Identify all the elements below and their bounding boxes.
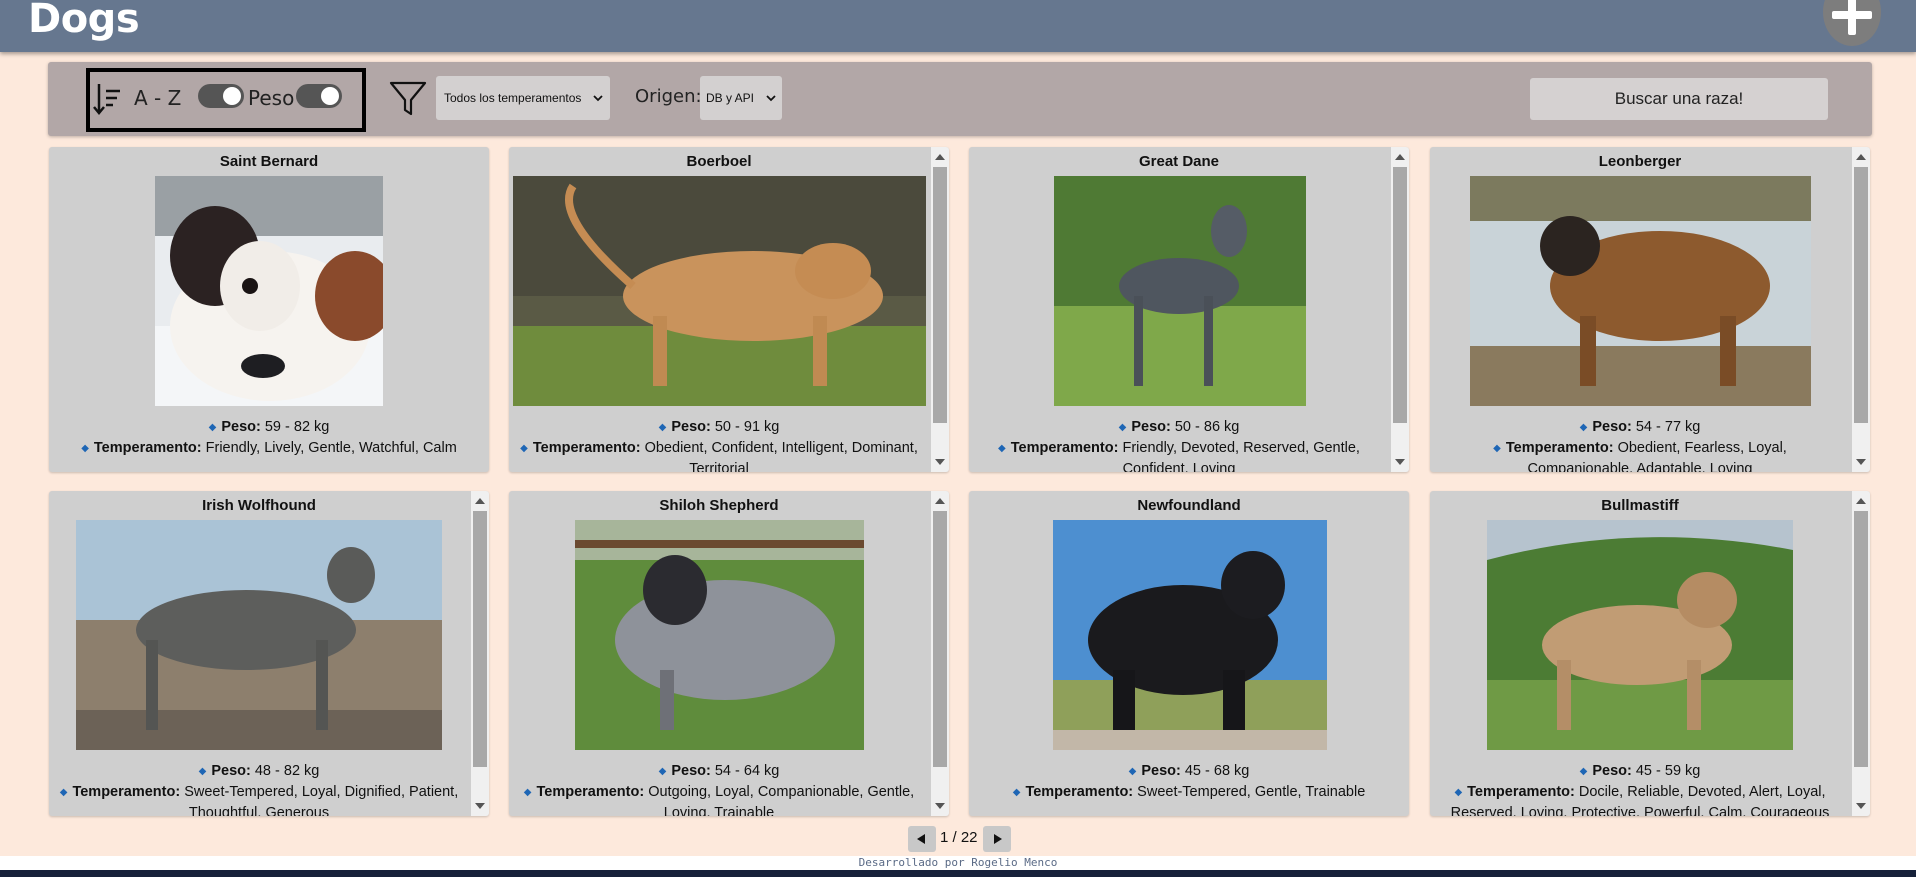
weight-value: 54 - 77 kg [1635, 419, 1701, 435]
search-breed-input[interactable] [1530, 78, 1828, 120]
temperament-value: Sweet-Tempered, Gentle, Trainable [1137, 784, 1366, 800]
footer-bar [0, 870, 1916, 877]
weight-line: ◆ Peso: 50 - 86 kg [1118, 419, 1240, 435]
chevron-down-icon [593, 95, 603, 102]
footer-credit: Desarrollado por Rogelio Menco [0, 856, 1916, 870]
sort-panel: A - Z Peso [86, 68, 366, 132]
breed-card[interactable]: Saint Bernard ◆ Peso: 59 - 82 kg ◆ Tempera… [49, 147, 489, 472]
temperament-value: Outgoing, Loyal, Companionable, Gentle, … [648, 784, 915, 816]
page-indicator: 1 / 22 [940, 829, 978, 846]
breed-info: ◆ Peso: 45 - 59 kg ◆ Temperamento: Docile,… [1440, 761, 1840, 816]
temperament-value: Sweet-Tempered, Loyal, Dignified, Patien… [184, 784, 459, 816]
breed-info: ◆ Peso: 59 - 82 kg ◆ Temperamento: Friendl… [59, 417, 479, 459]
filter-funnel-icon [389, 81, 427, 116]
weight-value: 54 - 64 kg [714, 763, 780, 779]
breed-name: Saint Bernard [219, 153, 319, 170]
app-header: Dogs [0, 0, 1916, 52]
breed-card[interactable]: Shiloh Shepherd ◆ Peso: 54 - 64 kg ◆ Tempe… [509, 491, 949, 816]
breed-info: ◆ Peso: 54 - 64 kg ◆ Temperamento: Outgoin… [519, 761, 919, 816]
breed-image [575, 520, 864, 750]
weight-line: ◆ Peso: 54 - 64 kg [658, 763, 780, 779]
breed-card[interactable]: Boerboel ◆ Peso: 50 - 91 kg ◆ Temperamento… [509, 147, 949, 472]
breed-card[interactable]: Irish Wolfhound ◆ Peso: 48 - 82 kg ◆ Tempe… [49, 491, 489, 816]
temperament-line: ◆ Temperamento: Obedient, Confident, Inte… [519, 438, 919, 472]
breed-name: Irish Wolfhound [202, 497, 316, 514]
origin-select[interactable]: DB y API [700, 76, 782, 120]
temperament-line: ◆ Temperamento: Friendly, Devoted, Reserv… [979, 438, 1379, 472]
weight-line: ◆ Peso: 50 - 91 kg [658, 419, 780, 435]
sort-weight-toggle[interactable] [296, 84, 342, 108]
breed-image [513, 176, 926, 406]
weight-line: ◆ Peso: 45 - 59 kg [1579, 763, 1701, 779]
app-title: Dogs [28, 0, 140, 42]
temperament-line: ◆ Temperamento: Obedient, Fearless, Loyal… [1440, 438, 1840, 472]
sort-descending-icon [93, 84, 120, 115]
breed-card[interactable]: Leonberger ◆ Peso: 54 - 77 kg ◆ Temperamen… [1430, 147, 1870, 472]
weight-value: 48 - 82 kg [254, 763, 320, 779]
weight-value: 50 - 86 kg [1174, 419, 1240, 435]
breed-name: Shiloh Shepherd [659, 497, 779, 514]
breed-name: Bullmastiff [1601, 497, 1679, 514]
breed-info: ◆ Peso: 50 - 86 kg ◆ Temperamento: Friendl… [979, 417, 1379, 472]
prev-page-button[interactable] [908, 826, 936, 852]
triangle-right-icon [994, 834, 1002, 844]
temperament-value: Friendly, Devoted, Reserved, Gentle, Con… [1122, 440, 1360, 472]
card-scrollbar[interactable] [1391, 147, 1409, 472]
sort-weight-label: Peso [248, 86, 295, 110]
breed-image [155, 176, 383, 406]
breed-info: ◆ Peso: 48 - 82 kg ◆ Temperamento: Sweet-T… [59, 761, 459, 816]
temperament-value: Friendly, Lively, Gentle, Watchful, Calm [205, 440, 457, 456]
temperament-line: ◆ Temperamento: Outgoing, Loyal, Companio… [519, 782, 919, 816]
sort-az-toggle[interactable] [198, 84, 244, 108]
breed-card[interactable]: Great Dane ◆ Peso: 50 - 86 kg ◆ Temperamen… [969, 147, 1409, 472]
weight-value: 45 - 59 kg [1635, 763, 1701, 779]
triangle-left-icon [917, 834, 925, 844]
breed-image [1487, 520, 1793, 750]
breed-info: ◆ Peso: 54 - 77 kg ◆ Temperamento: Obedien… [1440, 417, 1840, 472]
next-page-button[interactable] [983, 826, 1011, 852]
card-scrollbar[interactable] [931, 147, 949, 472]
temperament-line: ◆ Temperamento: Friendly, Lively, Gentle,… [81, 440, 457, 456]
card-scrollbar[interactable] [1852, 147, 1870, 472]
add-breed-button[interactable] [1823, 0, 1881, 46]
card-scrollbar[interactable] [1852, 491, 1870, 816]
temperament-value: Obedient, Confident, Intelligent, Domina… [644, 440, 918, 472]
breed-name: Great Dane [1138, 153, 1220, 170]
weight-line: ◆ Peso: 54 - 77 kg [1579, 419, 1701, 435]
weight-line: ◆ Peso: 45 - 68 kg [1128, 763, 1250, 779]
breed-name: Leonberger [1598, 153, 1682, 170]
temperament-select[interactable]: Todos los temperamentos [436, 76, 610, 120]
chevron-down-icon [766, 95, 776, 102]
breed-card[interactable]: Newfoundland ◆ Peso: 45 - 68 kg ◆ Temperam… [969, 491, 1409, 816]
weight-value: 50 - 91 kg [714, 419, 780, 435]
breed-image [76, 520, 442, 750]
filter-toolbar: A - Z Peso Todos los temperamentos Orige… [48, 62, 1872, 136]
breed-info: ◆ Peso: 45 - 68 kg ◆ Temperamento: Sweet-T… [979, 761, 1399, 803]
weight-line: ◆ Peso: 59 - 82 kg [208, 419, 330, 435]
breed-card[interactable]: Bullmastiff ◆ Peso: 45 - 59 kg ◆ Temperame… [1430, 491, 1870, 816]
breed-name: Newfoundland [1137, 497, 1241, 514]
weight-line: ◆ Peso: 48 - 82 kg [198, 763, 320, 779]
breed-image [1470, 176, 1811, 406]
breed-image [1054, 176, 1306, 406]
origin-label: Origen: [635, 86, 702, 107]
card-scrollbar[interactable] [931, 491, 949, 816]
breed-name: Boerboel [686, 153, 752, 170]
weight-value: 45 - 68 kg [1184, 763, 1250, 779]
breed-info: ◆ Peso: 50 - 91 kg ◆ Temperamento: Obedien… [519, 417, 919, 472]
temperament-line: ◆ Temperamento: Sweet-Tempered, Loyal, Di… [59, 782, 459, 816]
breed-image [1053, 520, 1327, 750]
card-scrollbar[interactable] [471, 491, 489, 816]
temperament-line: ◆ Temperamento: Sweet-Tempered, Gentle, T… [1012, 784, 1366, 800]
temperament-line: ◆ Temperamento: Docile, Reliable, Devoted… [1440, 782, 1840, 816]
weight-value: 59 - 82 kg [264, 419, 330, 435]
sort-az-label: A - Z [134, 86, 182, 110]
